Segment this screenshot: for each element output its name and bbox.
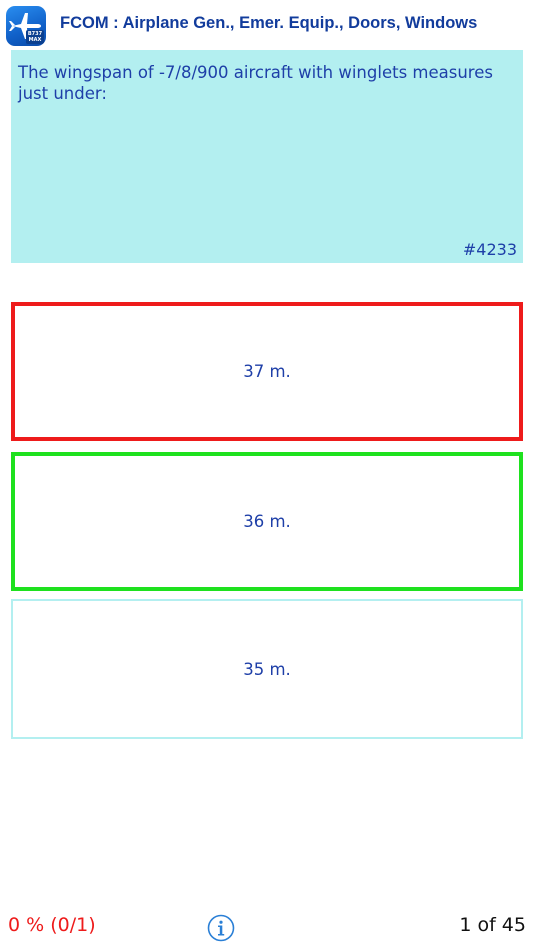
page-title: FCOM : Airplane Gen., Emer. Equip., Door…	[60, 14, 478, 32]
app-icon: B737 MAX	[6, 6, 46, 46]
page-indicator: 1 of 45	[459, 914, 526, 936]
answer-option-3[interactable]: 35 m.	[11, 599, 523, 739]
question-id: #4233	[462, 240, 517, 259]
answer-option-label: 36 m.	[243, 512, 291, 531]
info-icon	[207, 914, 235, 942]
answer-option-2[interactable]: 36 m.	[11, 452, 523, 591]
quiz-screen: B737 MAX FCOM : Airplane Gen., Emer. Equi…	[0, 0, 534, 950]
question-text: The wingspan of -7/8/900 aircraft with w…	[18, 63, 493, 103]
answer-option-label: 35 m.	[243, 659, 291, 679]
score-label: 0 % (0/1)	[8, 914, 96, 936]
info-button[interactable]	[207, 914, 235, 942]
answer-option-1[interactable]: 37 m.	[11, 302, 523, 441]
answer-option-label: 37 m.	[243, 362, 291, 381]
header: B737 MAX FCOM : Airplane Gen., Emer. Equi…	[0, 0, 534, 50]
app-icon-badge: B737 MAX	[26, 30, 44, 44]
question-card: The wingspan of -7/8/900 aircraft with w…	[11, 50, 523, 263]
